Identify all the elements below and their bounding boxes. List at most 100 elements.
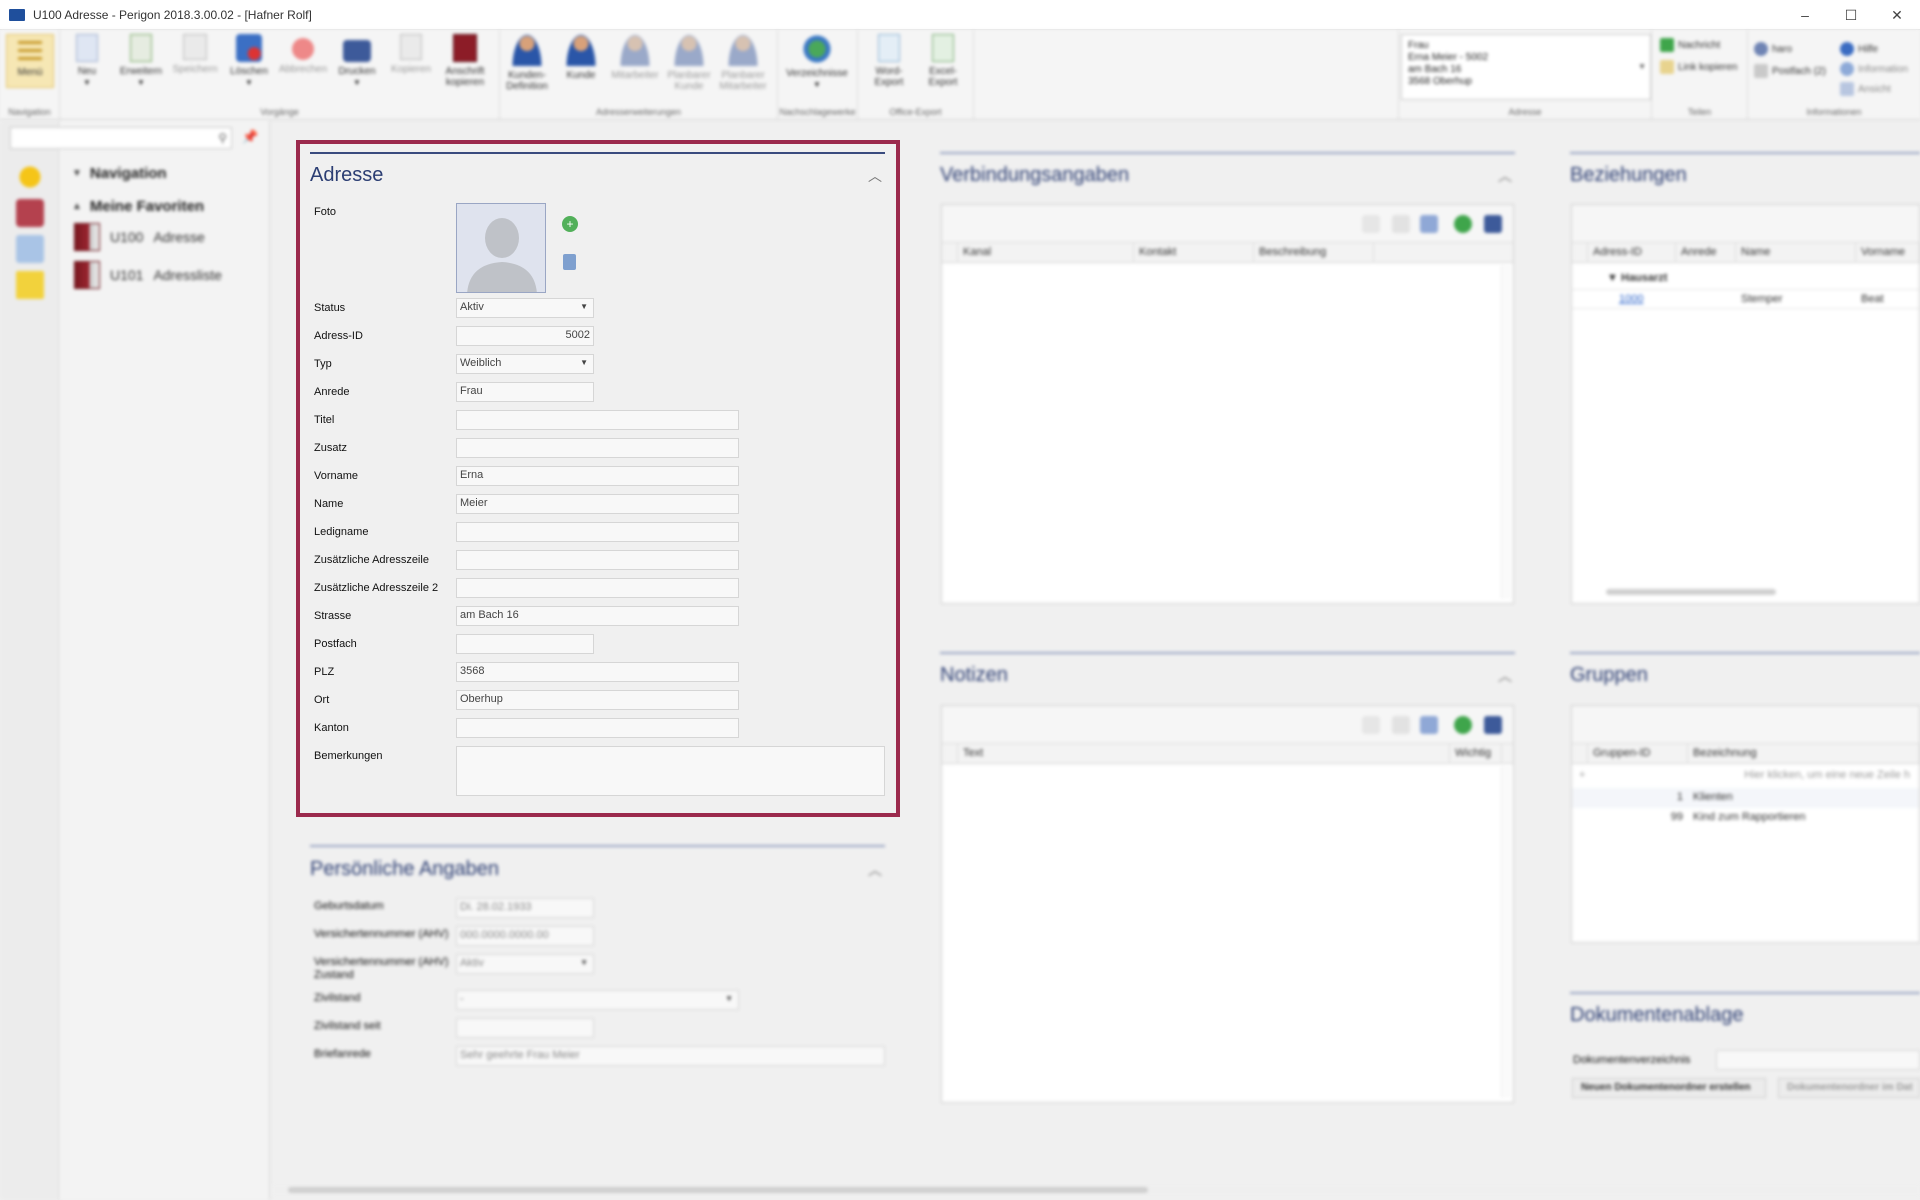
- favorite-item-u101[interactable]: U101 Adressliste: [74, 261, 222, 289]
- new-row-icon[interactable]: [1362, 215, 1380, 233]
- section-title-gruppen: Gruppen: [1570, 664, 1648, 686]
- erweitern-label: Erweitern: [119, 66, 163, 77]
- open-document-folder-button[interactable]: Dokumentenordner im Dat: [1778, 1078, 1920, 1098]
- new-row[interactable]: + Hier klicken, um eine neue Zeile h: [1572, 766, 1919, 786]
- vertical-scrollbar[interactable]: [1501, 265, 1511, 599]
- view-icon: [1840, 82, 1854, 96]
- note-icon[interactable]: [16, 271, 44, 299]
- planbarer-ma-label-1: Planbarer: [721, 70, 765, 81]
- planbarer-mitarbeiter-button[interactable]: Planbarer Mitarbeiter: [718, 34, 768, 104]
- column-header[interactable]: Beschreibung: [1254, 243, 1374, 263]
- column-header[interactable]: Adress-ID: [1588, 243, 1676, 263]
- column-header[interactable]: Anrede: [1676, 243, 1736, 263]
- star-icon[interactable]: [16, 163, 44, 191]
- close-button[interactable]: ✕: [1874, 0, 1920, 30]
- table-row[interactable]: 1000 Stemper Beat: [1572, 289, 1919, 309]
- pin-icon[interactable]: 📌: [242, 129, 258, 145]
- mitarbeiter-button[interactable]: Mitarbeiter: [610, 34, 660, 104]
- verzeichnisse-button[interactable]: Verzeichnisse ▼: [786, 34, 848, 104]
- briefanrede-field[interactable]: Sehr geehrte Frau Meier: [456, 1046, 885, 1066]
- nav-heading-favorites[interactable]: ▲ Meine Favoriten: [72, 198, 204, 215]
- anschrift-kopieren-button[interactable]: Anschrift kopieren: [440, 34, 490, 104]
- section-divider: [940, 652, 1515, 654]
- group-label-adresse: Adresse: [1508, 107, 1542, 117]
- print-icon[interactable]: [1484, 716, 1502, 734]
- column-header[interactable]: Gruppen-ID: [1588, 744, 1688, 764]
- link-icon: [1660, 60, 1674, 74]
- hilfe-button[interactable]: Hilfe: [1840, 42, 1878, 56]
- chevron-up-icon[interactable]: ︿: [1498, 666, 1512, 686]
- excel-export-button[interactable]: Excel- Export: [918, 34, 968, 104]
- link-kopieren-button[interactable]: Link kopieren: [1660, 60, 1737, 74]
- column-header[interactable]: Bezeichnung: [1688, 744, 1920, 764]
- label-zivilstand: Zivilstand: [314, 992, 361, 1004]
- anschrift-label-1: Anschrift: [445, 66, 485, 77]
- main-horizontal-scrollbar[interactable]: [272, 1184, 1920, 1196]
- chevron-up-icon[interactable]: ︿: [1498, 166, 1512, 186]
- loeschen-button[interactable]: Löschen ▼: [224, 34, 274, 104]
- new-document-folder-button[interactable]: Neuen Dokumentenordner erstellen: [1572, 1078, 1766, 1098]
- abbrechen-label: Abbrechen: [278, 64, 328, 75]
- column-header[interactable]: Kanal: [958, 243, 1134, 263]
- kunden-definition-button[interactable]: Kunden- Definition: [502, 34, 552, 104]
- print-icon[interactable]: [1484, 215, 1502, 233]
- table-row[interactable]: 99 Kind zum Rapportieren: [1572, 808, 1919, 828]
- address-selector[interactable]: Frau Erna Meier - 5002 am Bach 16 3568 O…: [1401, 34, 1651, 100]
- refresh-icon[interactable]: [1454, 716, 1472, 734]
- column-header[interactable]: Kontakt: [1134, 243, 1254, 263]
- minimize-button[interactable]: –: [1782, 0, 1828, 30]
- person-icon: [674, 34, 704, 66]
- edit-icon[interactable]: [1392, 716, 1410, 734]
- adress-id-link[interactable]: 1000: [1614, 290, 1648, 310]
- scrollbar-thumb[interactable]: [288, 1187, 1148, 1193]
- speichern-button[interactable]: Speichern: [170, 34, 220, 104]
- zivilstand-seit-field[interactable]: [456, 1018, 594, 1038]
- cell-gruppen-id: 1: [1676, 791, 1683, 803]
- column-header[interactable]: Text: [958, 744, 1450, 764]
- ahv-zustand-select[interactable]: Aktiv ▼: [456, 954, 594, 974]
- section-title-notizen: Notizen: [940, 664, 1008, 686]
- nachricht-button[interactable]: Nachricht: [1660, 38, 1720, 52]
- ansicht-button[interactable]: Ansicht: [1840, 82, 1891, 96]
- table-row[interactable]: 1 Klienten: [1572, 788, 1919, 808]
- column-header[interactable]: Wichtig: [1450, 744, 1502, 764]
- column-header[interactable]: Name: [1736, 243, 1856, 263]
- maximize-button[interactable]: ☐: [1828, 0, 1874, 30]
- nav-search-input[interactable]: ⚲: [10, 127, 232, 149]
- zivilstand-value: -: [460, 993, 464, 1005]
- drucken-button[interactable]: Drucken ▼: [332, 34, 382, 104]
- geburtsdatum-field[interactable]: Di. 28.02.1933: [456, 898, 594, 918]
- group-row[interactable]: ▼ Hausarzt: [1572, 269, 1919, 289]
- books-icon[interactable]: [16, 199, 44, 227]
- edit-icon[interactable]: [1392, 215, 1410, 233]
- abbrechen-button[interactable]: Abbrechen: [278, 34, 328, 104]
- nav-heading-navigation[interactable]: ▼ Navigation: [72, 165, 167, 182]
- ahv-zustand-value: Aktiv: [460, 957, 484, 969]
- word-export-button[interactable]: Word- Export: [864, 34, 914, 104]
- dokumentenverzeichnis-field[interactable]: [1716, 1050, 1920, 1070]
- vertical-scrollbar[interactable]: [1501, 766, 1511, 1098]
- postfach-button[interactable]: Postfach (2): [1754, 64, 1826, 78]
- ahv-field[interactable]: 000.0000.0000.00: [456, 926, 594, 946]
- menu-button[interactable]: Menü: [6, 34, 54, 88]
- notizen-grid: Text Wichtig: [941, 705, 1514, 1103]
- neu-button[interactable]: Neu ▼: [62, 34, 112, 104]
- delete-icon[interactable]: [1420, 215, 1438, 233]
- kopieren-button[interactable]: Kopieren: [386, 34, 436, 104]
- new-row-icon[interactable]: [1362, 716, 1380, 734]
- user-button[interactable]: haro: [1754, 42, 1792, 56]
- column-header[interactable]: Vorname: [1856, 243, 1920, 263]
- chevron-up-icon[interactable]: ︿: [868, 860, 882, 880]
- favorite-item-u100[interactable]: U100 Adresse: [74, 223, 205, 251]
- refresh-icon[interactable]: [1454, 215, 1472, 233]
- zivilstand-select[interactable]: - ▼: [456, 990, 739, 1010]
- horizontal-scrollbar[interactable]: [1606, 589, 1776, 595]
- erweitern-button[interactable]: Erweitern ▼: [116, 34, 166, 104]
- kunde-button[interactable]: Kunde: [556, 34, 606, 104]
- map-icon[interactable]: [16, 235, 44, 263]
- information-button[interactable]: Information: [1840, 62, 1908, 76]
- ribbon-group-adresserweiterungen: Kunden- Definition Kunde Mitarbeiter Pla…: [500, 30, 778, 120]
- planbarer-kunde-button[interactable]: Planbarer Kunde: [664, 34, 714, 104]
- delete-icon[interactable]: [1420, 716, 1438, 734]
- kunden-def-label-2: Definition: [506, 81, 548, 92]
